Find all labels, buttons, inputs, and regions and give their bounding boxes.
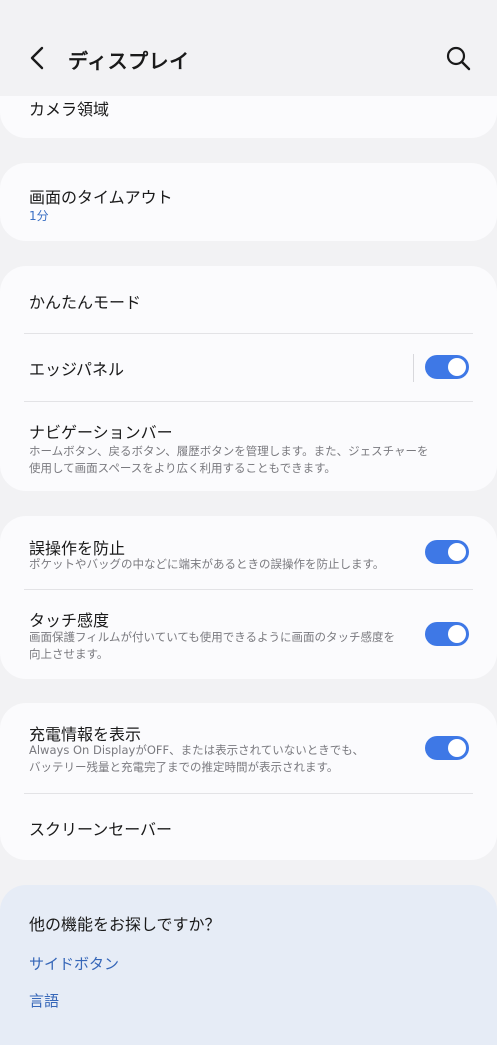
language-link[interactable]: 言語 — [29, 990, 59, 1011]
screen-saver-label: スクリーンセーバー — [29, 820, 173, 839]
vertical-separator — [413, 354, 414, 382]
side-button-link[interactable]: サイドボタン — [29, 953, 119, 974]
touch-sensitivity-label: タッチ感度 — [29, 611, 110, 630]
charging-info-toggle[interactable] — [425, 736, 469, 760]
toggle-knob — [448, 358, 466, 376]
touch-sensitivity-desc-line1: 画面保護フィルムが付いていても使用できるように画面のタッチ感度を — [29, 630, 396, 644]
toggle-knob — [448, 543, 466, 561]
navigation-bar-row[interactable]: ナビゲーションバー ホームボタン、戻るボタン、履歴ボタンを管理します。また、ジェ… — [0, 402, 497, 491]
edge-panel-row[interactable]: エッジパネル — [0, 334, 497, 402]
camera-area-label: カメラ領域 — [29, 100, 110, 119]
accidental-touch-desc: ポケットやバッグの中などに端末があるときの誤操作を防止します。 — [29, 557, 385, 571]
display-options-card: かんたんモード エッジパネル ナビゲーションバー ホームボタン、戻るボタン、履歴… — [0, 266, 497, 491]
navigation-bar-label: ナビゲーションバー — [29, 423, 173, 442]
touch-options-card: 誤操作を防止 ポケットやバッグの中などに端末があるときの誤操作を防止します。 タ… — [0, 516, 497, 679]
suggestions-title: 他の機能をお探しですか？ — [29, 915, 221, 934]
toggle-knob — [448, 739, 466, 757]
search-icon[interactable] — [444, 44, 472, 72]
back-arrow-icon[interactable] — [24, 44, 52, 72]
edge-panel-toggle[interactable] — [425, 355, 469, 379]
toggle-knob — [448, 625, 466, 643]
easy-mode-label: かんたんモード — [29, 293, 142, 312]
page-title: ディスプレイ — [68, 49, 190, 73]
screen-timeout-row[interactable]: 画面のタイムアウト 1分 — [0, 163, 497, 241]
camera-area-row[interactable]: カメラ領域 — [0, 96, 497, 138]
accidental-touch-toggle[interactable] — [425, 540, 469, 564]
charging-info-row[interactable]: 充電情報を表示 Always On DisplayがOFF、または表示されていな… — [0, 703, 497, 793]
charging-card: 充電情報を表示 Always On DisplayがOFF、または表示されていな… — [0, 703, 497, 860]
navigation-bar-desc-line2: 使用して画面スペースをより広く利用することもできます。 — [29, 461, 336, 475]
camera-area-card: カメラ領域 — [0, 96, 497, 138]
touch-sensitivity-row[interactable]: タッチ感度 画面保護フィルムが付いていても使用できるように画面のタッチ感度を 向… — [0, 590, 497, 679]
touch-sensitivity-desc-line2: 向上させます。 — [29, 647, 109, 661]
navigation-bar-desc-line1: ホームボタン、戻るボタン、履歴ボタンを管理します。また、ジェスチャーを — [29, 444, 429, 458]
charging-info-desc-line2: バッテリー残量と充電完了までの推定時間が表示されます。 — [29, 760, 339, 774]
charging-info-desc-line1: Always On DisplayがOFF、または表示されていないときでも、 — [29, 743, 364, 757]
touch-sensitivity-toggle[interactable] — [425, 622, 469, 646]
accidental-touch-row[interactable]: 誤操作を防止 ポケットやバッグの中などに端末があるときの誤操作を防止します。 — [0, 516, 497, 589]
screen-timeout-card: 画面のタイムアウト 1分 — [0, 163, 497, 241]
edge-panel-label: エッジパネル — [29, 360, 125, 379]
easy-mode-row[interactable]: かんたんモード — [0, 266, 497, 334]
screen-timeout-value: 1分 — [29, 209, 49, 223]
app-bar: ディスプレイ — [0, 0, 497, 96]
screen-saver-row[interactable]: スクリーンセーバー — [0, 794, 497, 860]
suggestions-card: 他の機能をお探しですか？ サイドボタン 言語 — [0, 885, 497, 1045]
screen-timeout-label: 画面のタイムアウト — [29, 188, 173, 207]
